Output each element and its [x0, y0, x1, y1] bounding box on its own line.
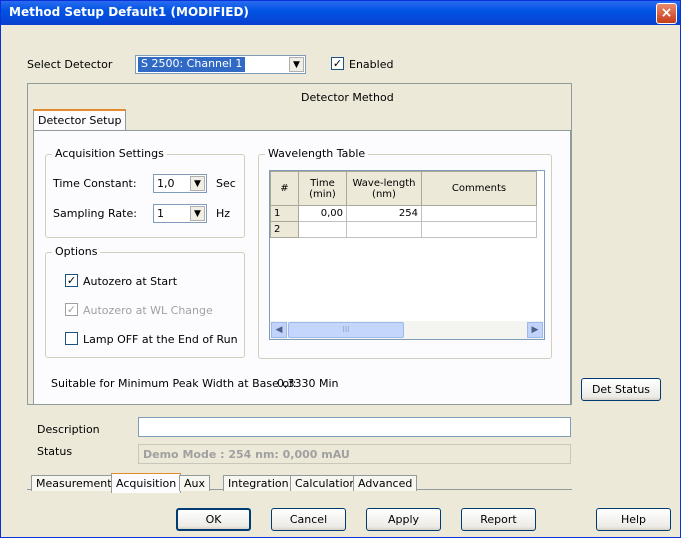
close-icon: × — [660, 5, 673, 21]
comments-cell[interactable] — [421, 205, 537, 222]
chevron-down-icon[interactable]: ▼ — [190, 176, 205, 191]
chevron-down-icon[interactable]: ▼ — [190, 206, 205, 221]
sampling-rate-value: 1 — [157, 207, 164, 220]
time-constant-select[interactable]: 1,0 ▼ — [153, 174, 207, 193]
wavelength-cell[interactable]: 254 — [346, 205, 422, 222]
sampling-rate-select[interactable]: 1 ▼ — [153, 204, 207, 223]
window-title: Method Setup Default1 (MODIFIED) — [9, 5, 249, 19]
time-constant-unit: Sec — [216, 177, 236, 190]
col-header-num: # — [270, 171, 299, 206]
autozero-start-checkbox[interactable]: ✓ — [65, 274, 78, 287]
tab-acquisition[interactable]: Acquisition — [111, 473, 182, 493]
wavelength-table-legend: Wavelength Table — [265, 147, 369, 160]
tab-calculation[interactable]: Calculation — [290, 475, 362, 491]
sampling-rate-unit: Hz — [216, 207, 231, 220]
select-detector-label: Select Detector — [27, 58, 113, 71]
scroll-left-icon[interactable]: ◀ — [271, 322, 287, 338]
acquisition-settings-group: Acquisition Settings — [45, 147, 245, 238]
lamp-off-label: Lamp OFF at the End of Run — [83, 333, 238, 346]
tab-detector-setup-label: Detector Setup — [38, 114, 122, 127]
description-input[interactable] — [138, 417, 571, 437]
scroll-thumb[interactable]: III — [288, 322, 404, 338]
autozero-wl-change-label: Autozero at WL Change — [83, 304, 213, 317]
col-header-comments: Comments — [421, 171, 537, 206]
row-number: 1 — [270, 205, 299, 222]
time-cell[interactable] — [298, 221, 347, 238]
chevron-down-icon[interactable]: ▼ — [289, 57, 304, 72]
tab-measurement[interactable]: Measurement — [31, 475, 117, 491]
help-button[interactable]: Help — [596, 508, 671, 531]
apply-button[interactable]: Apply — [366, 508, 441, 531]
report-button[interactable]: Report — [461, 508, 536, 531]
tab-advanced[interactable]: Advanced — [353, 475, 418, 491]
row-number: 2 — [270, 221, 299, 238]
table-row[interactable]: 1 0,00 254 — [270, 205, 537, 222]
enabled-checkbox[interactable]: ✓ — [331, 57, 344, 70]
checkmark-icon: ✓ — [66, 303, 77, 316]
lamp-off-checkbox[interactable] — [65, 332, 78, 345]
col-header-wavelength: Wave-length (nm) — [346, 171, 422, 206]
horizontal-scrollbar[interactable]: ◀ III ▶ — [270, 321, 544, 339]
scroll-grip-icon: III — [342, 325, 350, 334]
method-setup-window: Method Setup Default1 (MODIFIED) × Selec… — [0, 0, 681, 538]
ok-button[interactable]: OK — [176, 508, 251, 531]
description-label: Description — [37, 423, 100, 436]
detector-select-value: S 2500: Channel 1 — [138, 57, 246, 72]
autozero-start-label: Autozero at Start — [83, 275, 178, 288]
autozero-wl-change-checkbox: ✓ — [65, 303, 78, 316]
enabled-label: Enabled — [349, 58, 394, 71]
wavelength-table-grid[interactable]: # Time (min) Wave-length (nm) Comments 1… — [269, 170, 545, 340]
wavelength-table: # Time (min) Wave-length (nm) Comments 1… — [270, 171, 537, 238]
detector-method-title: Detector Method — [301, 91, 394, 104]
status-field: Demo Mode : 254 nm: 0,000 mAU — [138, 444, 571, 464]
peak-width-value: 0,3330 Min — [277, 377, 339, 390]
peak-width-label: Suitable for Minimum Peak Width at Base … — [51, 377, 297, 390]
time-cell[interactable]: 0,00 — [298, 205, 347, 222]
title-bar[interactable]: Method Setup Default1 (MODIFIED) × — [1, 1, 680, 25]
det-status-button[interactable]: Det Status — [581, 378, 661, 401]
tab-integration[interactable]: Integration — [223, 475, 294, 491]
tab-detector-setup[interactable]: Detector Setup — [33, 109, 127, 131]
checkmark-icon: ✓ — [66, 274, 77, 287]
status-label: Status — [37, 445, 73, 458]
options-legend: Options — [52, 245, 101, 258]
wavelength-cell[interactable] — [346, 221, 422, 238]
col-header-time: Time (min) — [298, 171, 347, 206]
table-header-row: # Time (min) Wave-length (nm) Comments — [270, 171, 537, 206]
detector-select[interactable]: S 2500: Channel 1 ▼ — [135, 55, 306, 74]
close-button[interactable]: × — [656, 3, 677, 24]
cancel-button[interactable]: Cancel — [271, 508, 346, 531]
scroll-right-icon[interactable]: ▶ — [527, 322, 543, 338]
checkmark-icon: ✓ — [332, 57, 343, 70]
time-constant-value: 1,0 — [157, 177, 175, 190]
sampling-rate-label: Sampling Rate: — [53, 207, 137, 220]
acquisition-settings-legend: Acquisition Settings — [52, 147, 167, 160]
table-row[interactable]: 2 — [270, 221, 537, 238]
time-constant-label: Time Constant: — [53, 177, 137, 190]
comments-cell[interactable] — [421, 221, 537, 238]
tab-aux[interactable]: Aux — [179, 475, 211, 491]
